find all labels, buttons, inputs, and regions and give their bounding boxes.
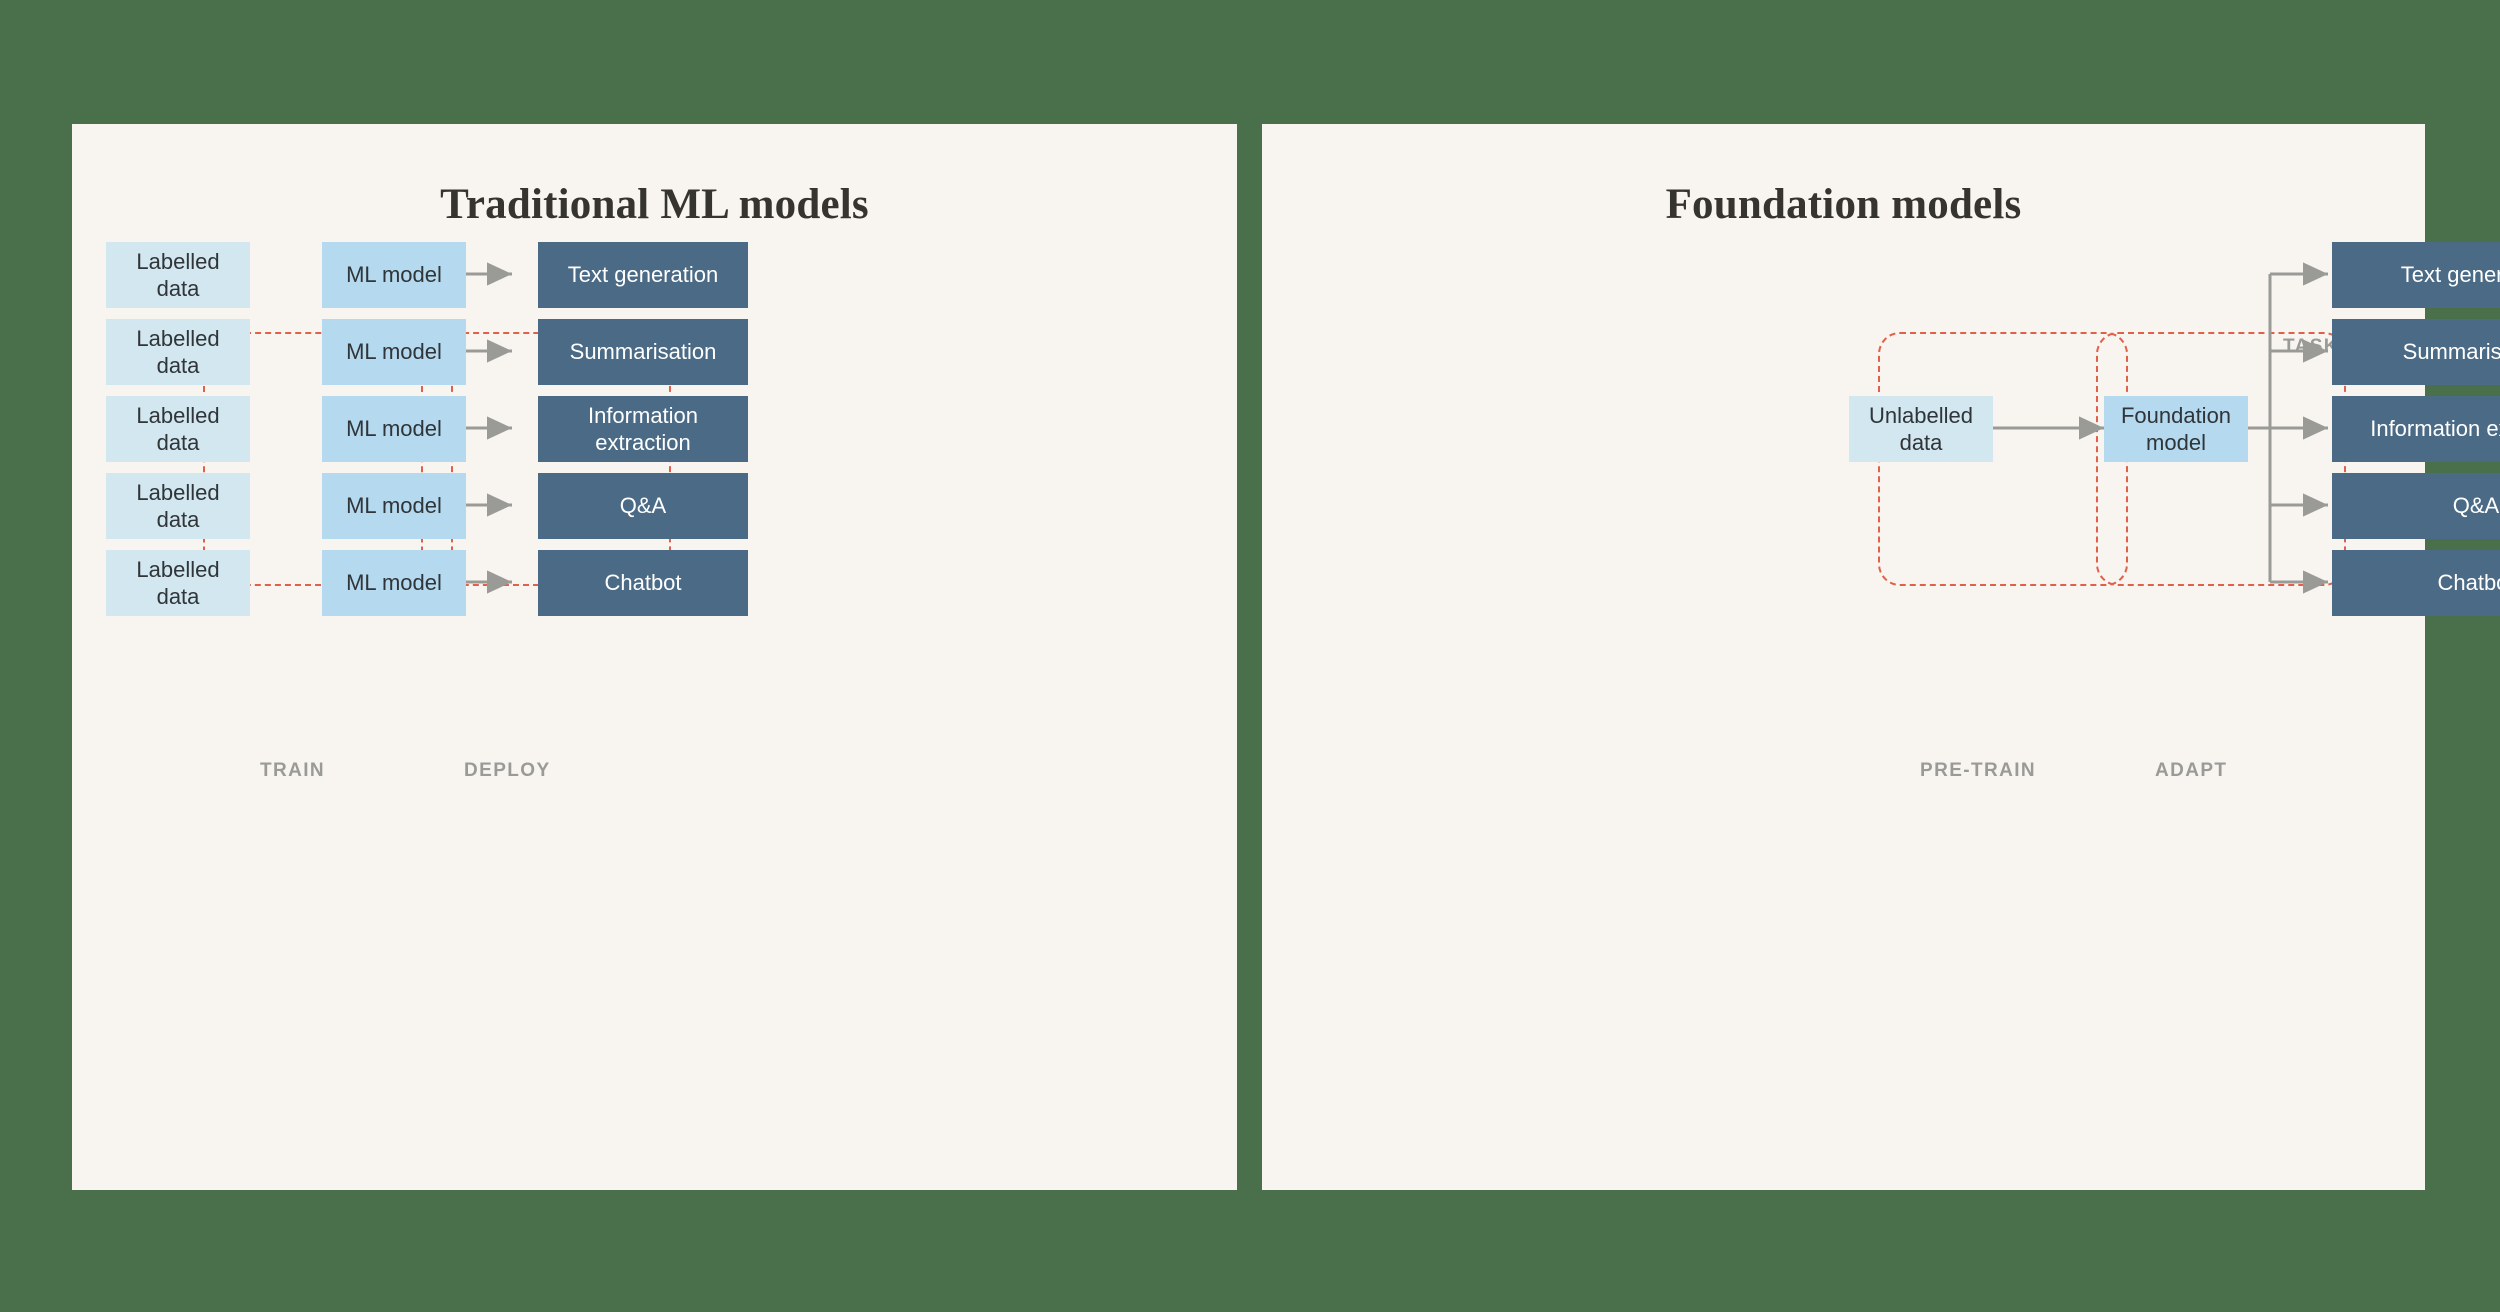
page-title-traditional: Traditional ML models: [440, 181, 869, 228]
box-labelled-data-4[interactable]: Labelled data: [106, 473, 250, 539]
box-task-4[interactable]: Q&A: [538, 473, 748, 539]
column-label-task-right: TASK: [2283, 336, 2339, 357]
box-task-5[interactable]: Chatbot: [538, 550, 748, 616]
box-task-summarisation[interactable]: Summarisation: [2332, 319, 2500, 385]
page-title-foundation: Foundation models: [1665, 181, 2022, 228]
box-foundation-model[interactable]: Foundation model: [2104, 396, 2248, 462]
panel-traditional-ml: Traditional ML models TRAIN DEPLOY TASK: [72, 124, 1237, 1190]
box-ml-model-1[interactable]: ML model: [322, 242, 466, 308]
box-task-2[interactable]: Summarisation: [538, 319, 748, 385]
stage-label-deploy: DEPLOY: [464, 760, 551, 781]
arrow-layer-right: [1993, 262, 2329, 594]
box-task-1[interactable]: Text generation: [538, 242, 748, 308]
panel-foundation-models: Foundation models PRE-TRAIN ADAPT TASK U…: [1262, 124, 2500, 1190]
stage-label-train: TRAIN: [260, 760, 326, 781]
stage-label-adapt: ADAPT: [2155, 760, 2228, 781]
box-labelled-data-5[interactable]: Labelled data: [106, 550, 250, 616]
box-task-chatbot[interactable]: Chatbot: [2332, 550, 2500, 616]
box-labelled-data-2[interactable]: Labelled data: [106, 319, 250, 385]
box-ml-model-5[interactable]: ML model: [322, 550, 466, 616]
box-task-qa[interactable]: Q&A: [2332, 473, 2500, 539]
box-labelled-data-3[interactable]: Labelled data: [106, 396, 250, 462]
stage-label-pre-train: PRE-TRAIN: [1920, 760, 2037, 781]
box-unlabelled-data[interactable]: Unlabelled data: [1849, 396, 1993, 462]
box-ml-model-4[interactable]: ML model: [322, 473, 466, 539]
box-task-information-extraction[interactable]: Information extraction: [2332, 396, 2500, 462]
box-task-text-generation[interactable]: Text generation: [2332, 242, 2500, 308]
box-ml-model-3[interactable]: ML model: [322, 396, 466, 462]
diagram-canvas: Traditional ML models TRAIN DEPLOY TASK: [0, 0, 2500, 1312]
box-labelled-data-1[interactable]: Labelled data: [106, 242, 250, 308]
box-ml-model-2[interactable]: ML model: [322, 319, 466, 385]
box-task-3[interactable]: Information extraction: [538, 396, 748, 462]
